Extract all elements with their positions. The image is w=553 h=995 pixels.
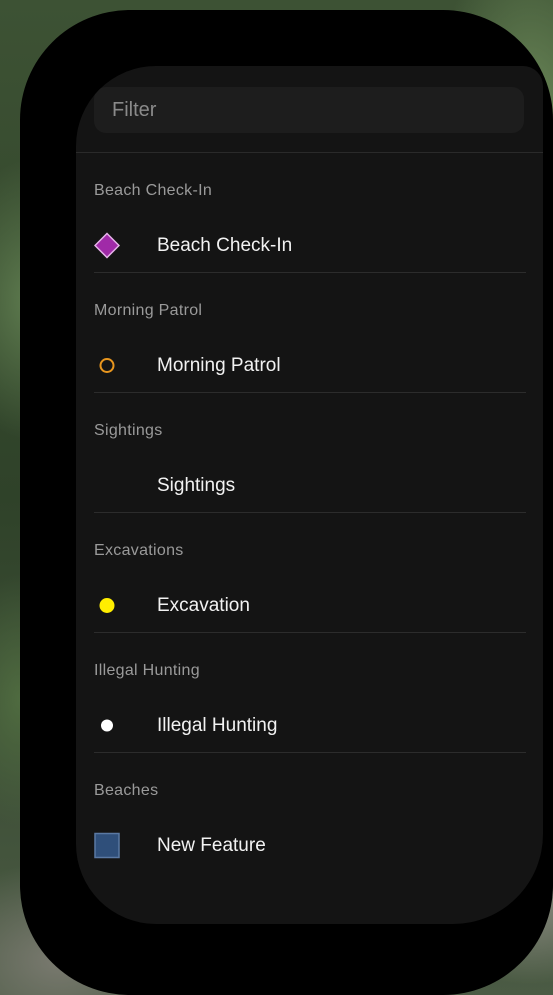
layer-item-label: Excavation [157,595,250,616]
layer-list: Beach Check-In Beach Check-In Morning Pa… [76,153,543,873]
filled-circle-icon [98,597,116,620]
hollow-circle-icon [98,357,116,380]
layer-section: Beach Check-In Beach Check-In [76,153,543,273]
layer-item-label: Beach Check-In [157,235,293,256]
section-header: Illegal Hunting [94,662,200,679]
layer-item-sightings[interactable]: Sightings [76,463,543,513]
filter-bar [76,66,543,153]
layer-section: Excavations Excavation [76,513,543,633]
layer-item-label: Sightings [157,475,236,496]
layer-item-beach-check-in[interactable]: Beach Check-In [76,223,543,273]
section-header: Sightings [94,422,163,439]
filter-input[interactable] [94,87,524,133]
section-header: Beach Check-In [94,182,213,199]
layer-section: Sightings Sightings [76,393,543,513]
layer-item-label: Morning Patrol [157,355,281,376]
layer-item-excavation[interactable]: Excavation [76,583,543,633]
section-header: Morning Patrol [94,302,203,319]
device-frame: Beach Check-In Beach Check-In Morning Pa… [20,10,553,995]
layer-item-new-feature[interactable]: New Feature [76,823,543,873]
diamond-icon [93,232,121,264]
layer-item-illegal-hunting[interactable]: Illegal Hunting [76,703,543,753]
layer-item-label: Illegal Hunting [157,715,278,736]
square-icon [94,832,120,864]
layer-section: Morning Patrol Morning Patrol [76,273,543,393]
filled-circle-icon [100,719,114,738]
section-header: Excavations [94,542,184,559]
section-header: Beaches [94,782,159,799]
layer-list-panel: Beach Check-In Beach Check-In Morning Pa… [76,66,543,924]
layer-section: Beaches New Feature [76,753,543,873]
layer-item-morning-patrol[interactable]: Morning Patrol [76,343,543,393]
layer-item-label: New Feature [157,835,266,856]
layer-section: Illegal Hunting Illegal Hunting [76,633,543,753]
